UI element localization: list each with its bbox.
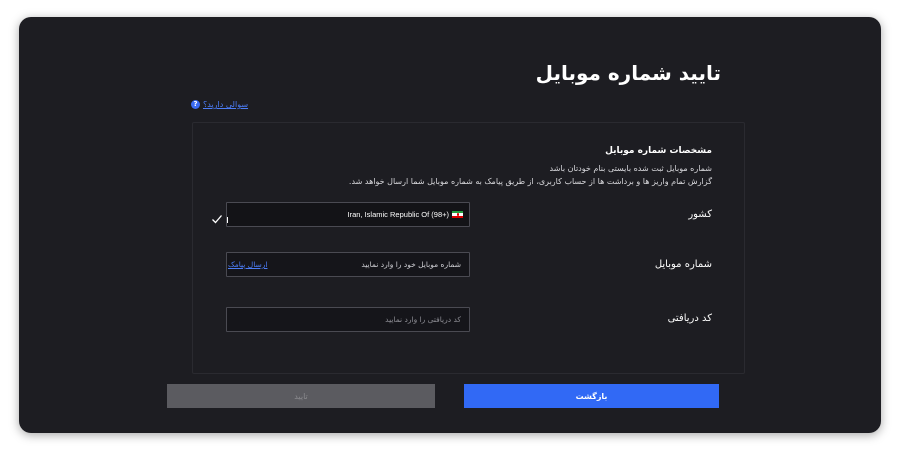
- back-button[interactable]: بازگشت: [464, 384, 719, 408]
- help-link[interactable]: ? سوالی دارید؟: [191, 100, 248, 109]
- section-title: مشخصات شماره موبایل: [605, 146, 712, 156]
- text-caret: [227, 217, 228, 223]
- country-select[interactable]: Iran, Islamic Republic Of (98+): [226, 202, 470, 227]
- country-label: کشور: [688, 209, 712, 220]
- help-link-label[interactable]: سوالی دارید؟: [203, 100, 248, 109]
- verification-card: تایید شماره موبایل ? سوالی دارید؟ مشخصات…: [19, 17, 881, 433]
- confirm-button[interactable]: تایید: [167, 384, 435, 408]
- mobile-details-panel: مشخصات شماره موبایل شماره موبایل ثبت شده…: [192, 122, 745, 374]
- code-label: کد دریافتی: [667, 313, 712, 324]
- country-value-text: Iran, Islamic Republic Of (98+): [347, 210, 450, 219]
- description-line-2: گزارش تمام واریز ها و برداشت ها از حساب …: [348, 177, 712, 186]
- iran-flag-icon: [452, 211, 463, 218]
- mobile-placeholder: شماره موبایل خود را وارد نمایید: [361, 260, 461, 269]
- description-line-1: شماره موبایل ثبت شده بایستی بنام خودتان …: [549, 164, 712, 173]
- check-icon: [212, 215, 222, 224]
- send-sms-link[interactable]: ارسال پیامک: [228, 260, 267, 269]
- question-icon: ?: [191, 100, 200, 109]
- mobile-label: شماره موبایل: [654, 259, 712, 270]
- country-value: Iran, Islamic Republic Of (98+): [347, 210, 463, 219]
- page-title: تایید شماره موبایل: [535, 61, 721, 85]
- mobile-input[interactable]: شماره موبایل خود را وارد نمایید ارسال پی…: [226, 252, 470, 277]
- code-input[interactable]: کد دریافتی را وارد نمایید: [226, 307, 470, 332]
- code-placeholder: کد دریافتی را وارد نمایید: [385, 315, 461, 324]
